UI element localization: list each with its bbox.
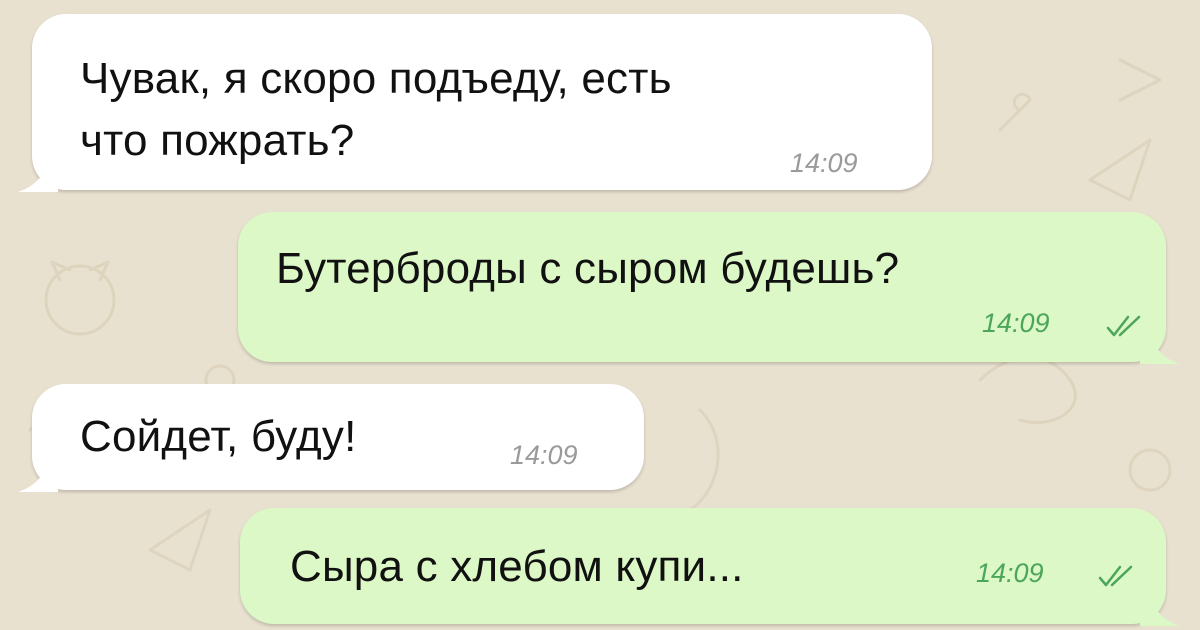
bubble-tail [18,158,58,192]
chat-thread: Чувак, я скоро подъеду, есть что пожрать… [0,0,1200,630]
incoming-message-bubble[interactable]: Сойдет, буду! 14:09 [18,384,644,492]
incoming-message-bubble[interactable]: Чувак, я скоро подъеду, есть что пожрать… [18,14,932,192]
message-timestamp: 14:09 [976,558,1044,588]
message-text: Сойдет, буду! [80,412,357,461]
double-check-icon [1106,315,1141,337]
bubble-tail [18,458,58,492]
message-timestamp: 14:09 [510,440,578,470]
double-check-icon [1098,565,1133,587]
message-text: Бутерброды с сыром будешь? [276,244,900,293]
bubble-tail [1140,330,1180,364]
outgoing-message-bubble[interactable]: Бутерброды с сыром будешь? 14:09 [238,212,1180,364]
message-text: Чувак, я скоро подъеду, есть что пожрать… [80,54,672,165]
message-timestamp: 14:09 [982,308,1050,338]
outgoing-message-bubble[interactable]: Сыра с хлебом купи... 14:09 [240,508,1180,626]
bubble-tail [1140,592,1180,626]
message-timestamp: 14:09 [790,148,858,178]
message-text: Сыра с хлебом купи... [290,542,744,591]
